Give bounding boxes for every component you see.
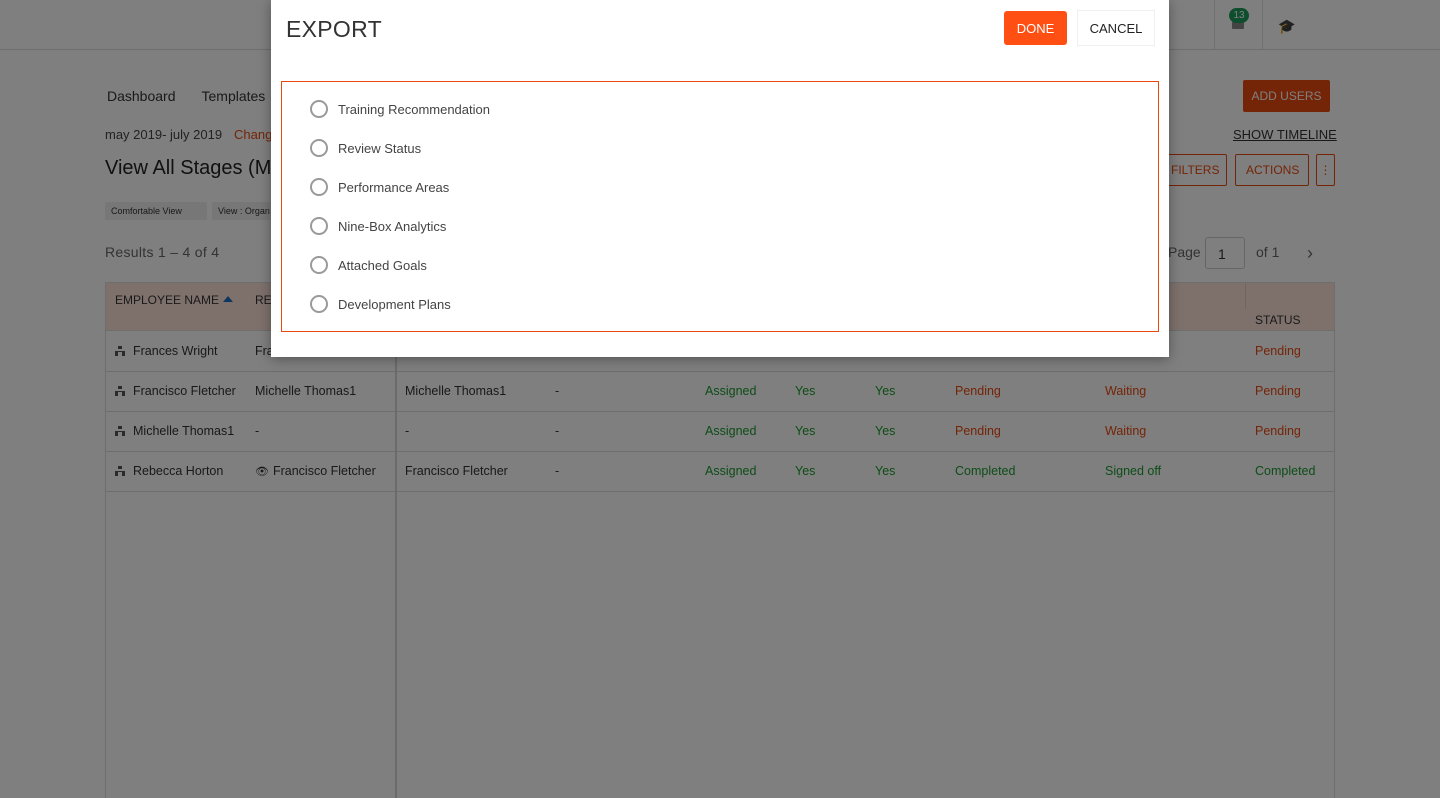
- export-options-list: Training Recommendation Review Status Pe…: [281, 81, 1159, 332]
- option-label: Performance Areas: [338, 179, 450, 195]
- option-review-status[interactable]: Review Status: [310, 138, 421, 158]
- done-button[interactable]: DONE: [1004, 11, 1067, 45]
- option-attached-goals[interactable]: Attached Goals: [310, 255, 427, 275]
- option-performance-areas[interactable]: Performance Areas: [310, 177, 449, 197]
- dialog-title: EXPORT: [286, 16, 382, 42]
- option-label: Review Status: [338, 140, 422, 156]
- cancel-button[interactable]: CANCEL: [1078, 11, 1154, 45]
- radio-button[interactable]: [310, 217, 328, 235]
- option-label: Development Plans: [338, 296, 451, 312]
- radio-button[interactable]: [310, 256, 328, 274]
- option-label: Attached Goals: [338, 257, 427, 273]
- radio-button[interactable]: [310, 139, 328, 157]
- option-label: Nine-Box Analytics: [338, 218, 447, 234]
- option-development-plans[interactable]: Development Plans: [310, 294, 451, 314]
- option-nine-box-analytics[interactable]: Nine-Box Analytics: [310, 216, 446, 236]
- option-training-recommendation[interactable]: Training Recommendation: [310, 99, 490, 119]
- export-dialog: EXPORT DONE CANCEL Training Recommendati…: [271, 0, 1169, 357]
- radio-button[interactable]: [310, 178, 328, 196]
- option-label: Training Recommendation: [338, 101, 490, 117]
- radio-button[interactable]: [310, 295, 328, 313]
- radio-button[interactable]: [310, 100, 328, 118]
